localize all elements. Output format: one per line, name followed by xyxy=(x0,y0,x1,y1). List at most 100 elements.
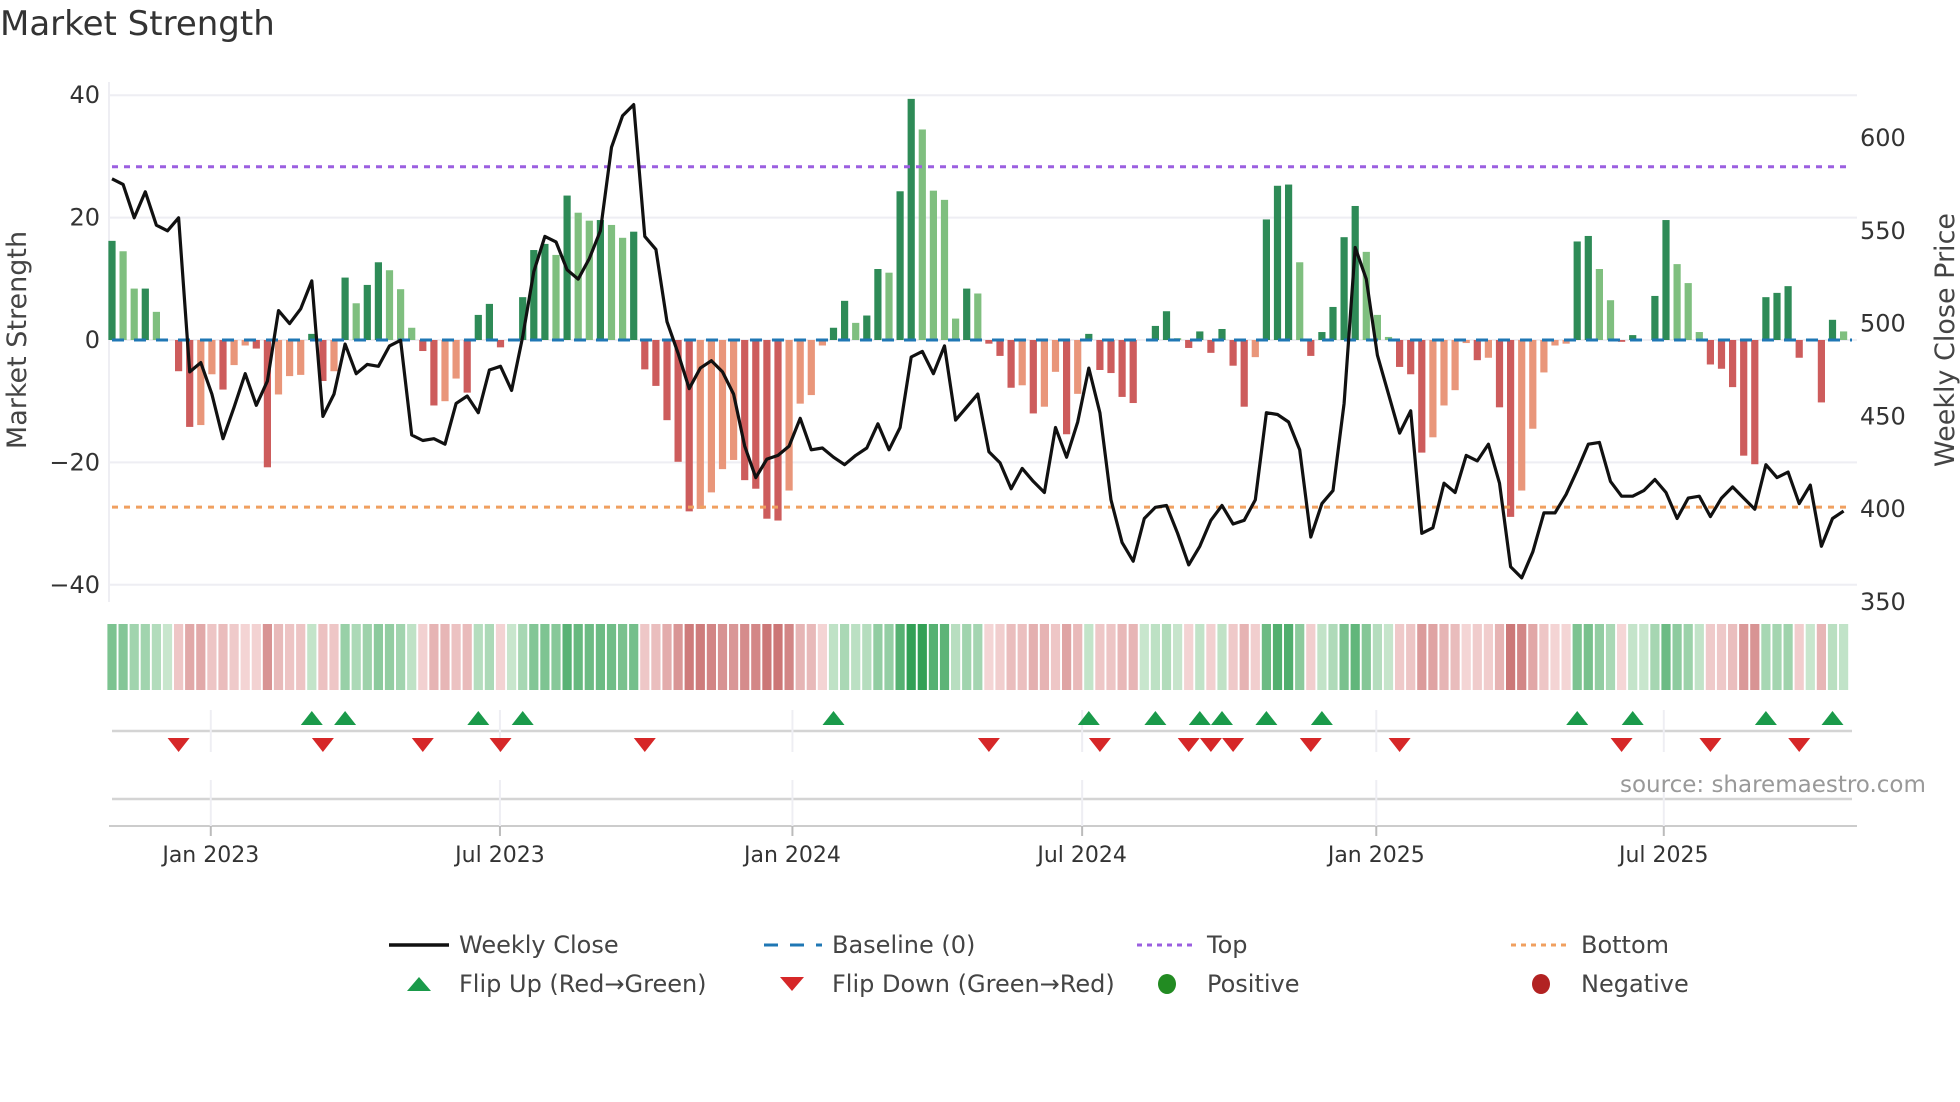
bar-positive xyxy=(1162,311,1171,340)
heat-strip-cell xyxy=(462,624,472,690)
bar-positive xyxy=(1584,235,1592,340)
heat-strip-cell xyxy=(1062,624,1072,690)
bar-negative xyxy=(1751,340,1759,465)
bar-positive xyxy=(1573,241,1581,340)
bar-negative xyxy=(197,340,205,426)
bar-positive xyxy=(630,231,638,340)
legend-label: Baseline (0) xyxy=(832,931,976,959)
flip-up-marker xyxy=(1255,711,1278,725)
flip-up-marker xyxy=(1621,711,1644,725)
bar-negative xyxy=(741,340,749,481)
heat-strip-cell xyxy=(162,624,173,690)
heat-strip-cell xyxy=(795,624,805,690)
heat-strip-cell xyxy=(862,624,872,690)
bar-negative xyxy=(1118,340,1126,397)
bar-positive xyxy=(619,237,627,340)
heat-strip-cell xyxy=(1050,624,1061,690)
heat-strip-cell xyxy=(1827,624,1838,690)
heat-strip-cell xyxy=(684,624,694,690)
bar-negative xyxy=(1018,340,1026,386)
y-tick-label: −40 xyxy=(49,571,100,599)
heat-strip-cell xyxy=(1672,624,1682,690)
x-tick-label: Jan 2025 xyxy=(1326,843,1425,868)
heat-strip-cell xyxy=(1528,624,1538,690)
bar-negative xyxy=(807,340,815,396)
bar-positive xyxy=(907,98,915,340)
heat-strip-cell xyxy=(1128,624,1138,690)
bar-positive xyxy=(374,262,382,340)
legend-item[interactable]: Baseline (0) xyxy=(762,928,975,962)
heat-strip-cell xyxy=(673,624,683,690)
heat-strip-cell xyxy=(551,624,561,690)
heat-strip-cell xyxy=(1583,624,1593,690)
heat-strip-cell xyxy=(1184,624,1194,690)
heat-strip-cell xyxy=(962,624,972,690)
bar-negative xyxy=(718,340,727,470)
heat-strip-cell xyxy=(1406,624,1416,690)
heat-strip-cell xyxy=(618,624,628,690)
y2-tick-label: 600 xyxy=(1860,124,1906,152)
heat-strip-cell xyxy=(429,624,439,690)
line-swatch-icon xyxy=(389,943,449,947)
legend-item[interactable]: Positive xyxy=(1137,967,1300,1001)
legend-item[interactable]: Bottom xyxy=(1511,928,1669,962)
tri-down-swatch-icon xyxy=(780,977,804,991)
bar-positive xyxy=(141,288,149,340)
heat-strip-cell xyxy=(1517,624,1527,690)
legend-item[interactable]: Top xyxy=(1137,928,1248,962)
heat-strip-cell xyxy=(828,624,839,690)
heat-strip-cell xyxy=(129,624,139,690)
bar-negative xyxy=(297,340,305,375)
bar-positive xyxy=(1606,300,1615,340)
heat-strip-cell xyxy=(1650,624,1660,690)
dot-swatch-icon xyxy=(1511,943,1571,947)
heat-strip-cell xyxy=(1472,624,1482,690)
heat-strip-cell xyxy=(717,624,728,690)
heat-strip-cell xyxy=(1284,624,1294,690)
heat-strip-cell xyxy=(351,624,361,690)
heat-strip-cell xyxy=(1372,624,1382,690)
heat-strip-cell xyxy=(1605,624,1616,690)
heat-strip-cell xyxy=(1139,624,1149,690)
heat-strip-cell xyxy=(384,624,395,690)
flip-down-marker xyxy=(1199,738,1222,752)
heat-strip-cell xyxy=(784,624,794,690)
heat-strip-cell xyxy=(473,624,483,690)
bar-negative xyxy=(1507,340,1515,517)
heat-strip-cell xyxy=(706,624,716,690)
heat-strip-cell xyxy=(262,624,272,690)
flip-up-marker xyxy=(1310,711,1333,725)
heat-strip-cell xyxy=(1739,624,1749,690)
bar-positive xyxy=(397,289,405,340)
heat-strip-cell xyxy=(140,624,150,690)
bar-negative xyxy=(1240,340,1248,407)
heat-strip-cell xyxy=(529,624,539,690)
heat-strip-cell xyxy=(1017,624,1027,690)
heat-strip-cell xyxy=(1661,624,1671,690)
bar-negative xyxy=(1040,340,1048,407)
heat-strip-cell xyxy=(1439,624,1449,690)
legend-item[interactable]: Negative xyxy=(1511,967,1689,1001)
heat-strip-cell xyxy=(1084,624,1094,690)
y-tick-label: 20 xyxy=(69,204,100,232)
bar-negative xyxy=(763,340,771,519)
flip-down-marker xyxy=(1088,738,1111,752)
heat-strip-cell xyxy=(1783,624,1793,690)
heat-strip-cell xyxy=(174,624,184,690)
legend-item[interactable]: Flip Up (Red→Green) xyxy=(389,967,707,1001)
legend-item[interactable]: Flip Down (Green→Red) xyxy=(762,967,1115,1001)
bar-positive xyxy=(1828,319,1837,340)
heat-strip-cell xyxy=(318,624,328,690)
bar-negative xyxy=(1129,340,1137,404)
heat-strip-cell xyxy=(1006,624,1016,690)
legend-item[interactable]: Weekly Close xyxy=(389,928,619,962)
bar-positive xyxy=(1285,184,1293,340)
heat-strip-cell xyxy=(817,624,827,690)
heat-strip-cell xyxy=(1461,624,1471,690)
bar-positive xyxy=(1762,297,1770,340)
heat-strip-cell xyxy=(1361,624,1371,690)
y-tick-label: 40 xyxy=(69,81,100,109)
bar-negative xyxy=(430,340,438,406)
heat-strip-cell xyxy=(1683,624,1693,690)
heat-strip-cell xyxy=(1816,624,1826,690)
